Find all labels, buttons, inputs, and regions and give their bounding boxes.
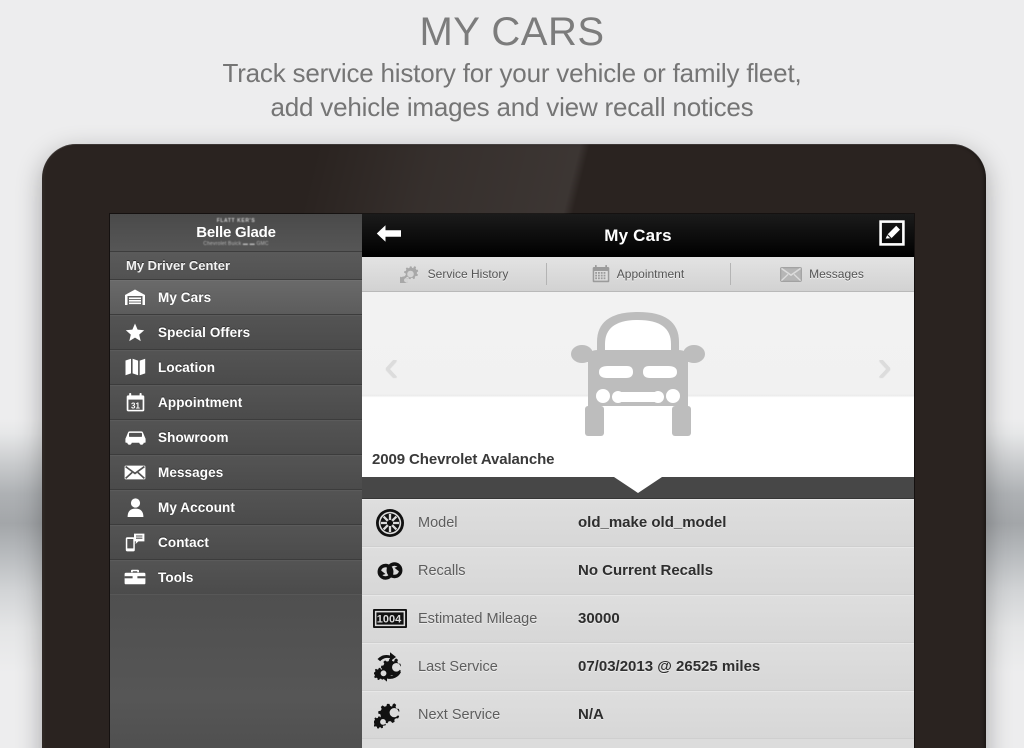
page-subtitle-line-2: add vehicle images and view recall notic…: [270, 92, 754, 122]
sidebar-item-label: Location: [158, 359, 216, 375]
sidebar-item-label: Tools: [158, 569, 194, 585]
sidebar-item-label: Special Offers: [158, 324, 251, 340]
sidebar-item-label: Appointment: [158, 394, 243, 410]
row-value: 07/03/2013 @ 26525 miles: [578, 658, 761, 675]
svg-text:1004: 1004: [377, 614, 402, 626]
page-heading-block: MY CARS Track service history for your v…: [0, 0, 1024, 124]
sidebar-item-location[interactable]: Location: [110, 350, 362, 385]
table-row[interactable]: Model old_make old_model: [362, 499, 914, 547]
gears-icon: [399, 265, 421, 283]
car-icon: [120, 426, 150, 448]
back-button[interactable]: [362, 214, 416, 257]
sidebar-item-label: My Account: [158, 499, 236, 515]
chevron-right-icon: ›: [877, 341, 892, 390]
topbar-title: My Cars: [604, 225, 672, 245]
calendar-icon: [592, 265, 610, 283]
vehicle-detail-divider: [362, 477, 914, 499]
sidebar-item-my-cars[interactable]: My Cars: [110, 280, 362, 315]
map-icon: [120, 356, 150, 378]
row-value: No Current Recalls: [578, 562, 714, 579]
tablet-screen: FLATT KER'S Belle Glade Chevrolet Buick …: [110, 214, 914, 748]
back-arrow-icon: [376, 224, 402, 248]
table-row[interactable]: 1004 Estimated Mileage 30000: [362, 595, 914, 643]
sidebar-item-showroom[interactable]: Showroom: [110, 420, 362, 455]
section-tabbar: Service History Appointment Messages: [362, 257, 914, 292]
sidebar-section-label: My Driver Center: [110, 252, 362, 280]
next-vehicle-button[interactable]: ›: [877, 344, 892, 388]
row-label: Model: [418, 514, 458, 531]
tab-messages[interactable]: Messages: [730, 257, 914, 291]
page-subtitle-line-1: Track service history for your vehicle o…: [222, 58, 802, 88]
sidebar-item-label: Messages: [158, 464, 224, 480]
sidebar-item-special-offers[interactable]: Special Offers: [110, 315, 362, 350]
row-label: Last Service: [418, 658, 498, 675]
vehicle-detail-list: Model old_make old_model Recalls No Curr…: [362, 499, 914, 748]
sidebar-item-label: My Cars: [158, 289, 212, 305]
sidebar-item-appointment[interactable]: 31 Appointment: [110, 385, 362, 420]
edit-button[interactable]: [877, 220, 906, 251]
divider-notch: [614, 477, 662, 493]
sidebar-empty-space: [110, 594, 362, 748]
tab-appointment[interactable]: Appointment: [546, 257, 730, 291]
recall-loop-icon: [362, 557, 418, 585]
row-value: old_make old_model: [578, 514, 727, 531]
svg-text:31: 31: [131, 401, 140, 410]
dealer-logo[interactable]: FLATT KER'S Belle Glade Chevrolet Buick …: [110, 214, 362, 252]
tablet-device-frame: FLATT KER'S Belle Glade Chevrolet Buick …: [42, 144, 986, 748]
tab-service-history[interactable]: Service History: [362, 257, 546, 291]
chevron-left-icon: ‹: [384, 341, 399, 390]
service-gears-icon: [362, 651, 418, 682]
table-row[interactable]: Next Service N/A: [362, 691, 914, 739]
phone-chat-icon: [120, 531, 150, 553]
row-label: Estimated Mileage: [418, 610, 538, 627]
envelope-icon: [780, 266, 802, 282]
table-row[interactable]: Recalls No Current Recalls: [362, 547, 914, 595]
previous-vehicle-button[interactable]: ‹: [384, 344, 399, 388]
tab-label: Messages: [809, 267, 864, 281]
table-row[interactable]: Last Service 07/03/2013 @ 26525 miles: [362, 643, 914, 691]
app-topbar: My Cars: [362, 214, 914, 257]
vehicle-name: 2009 Chevrolet Avalanche: [372, 451, 555, 468]
vehicle-carousel: ‹ › 2009 Chevrolet Avalanche: [362, 292, 914, 477]
sidebar-item-contact[interactable]: Contact: [110, 525, 362, 560]
main-content-panel: My Cars Service History Appointment Mess…: [362, 214, 914, 748]
sidebar-item-messages[interactable]: Messages: [110, 455, 362, 490]
sidebar: FLATT KER'S Belle Glade Chevrolet Buick …: [110, 214, 362, 748]
dealer-logo-bottom-line: Chevrolet Buick ▬ ▬ GMC: [203, 240, 269, 247]
edit-pencil-icon: [878, 220, 905, 251]
toolbox-icon: [120, 566, 150, 588]
sidebar-item-label: Contact: [158, 534, 209, 550]
star-icon: [120, 321, 150, 343]
vehicle-image: [362, 298, 914, 450]
sidebar-item-tools[interactable]: Tools: [110, 560, 362, 595]
tab-label: Appointment: [616, 267, 685, 281]
dealer-logo-name: Belle Glade: [196, 223, 276, 241]
row-value: 30000: [578, 610, 620, 627]
row-label: Next Service: [418, 706, 501, 723]
row-value: N/A: [578, 706, 604, 723]
wheel-icon: [362, 508, 418, 538]
calendar-icon: 31: [120, 391, 150, 413]
sidebar-item-label: Showroom: [158, 429, 229, 445]
tab-label: Service History: [427, 267, 509, 281]
odometer-icon: 1004: [362, 609, 418, 628]
garage-icon: [120, 286, 150, 308]
next-service-gears-icon: [362, 700, 418, 730]
envelope-icon: [120, 461, 150, 483]
person-icon: [120, 496, 150, 518]
sidebar-nav-list: My Cars Special Offers Location 31 Appoi…: [110, 280, 362, 595]
row-label: Recalls: [418, 562, 466, 579]
page-title: MY CARS: [419, 10, 605, 54]
sidebar-item-my-account[interactable]: My Account: [110, 490, 362, 525]
